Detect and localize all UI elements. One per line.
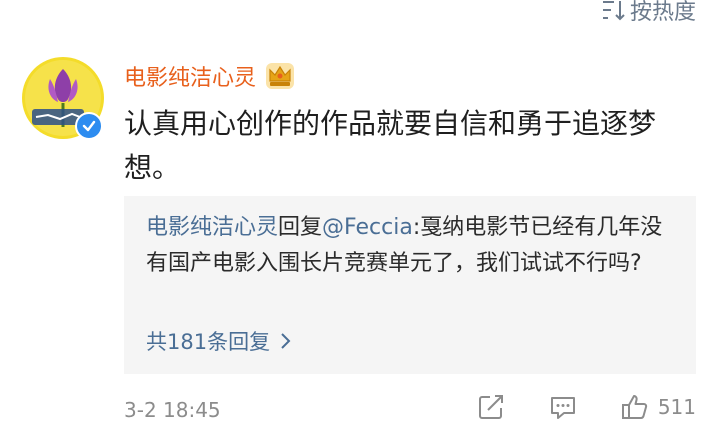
reply-mention[interactable]: @Feccia	[322, 215, 413, 240]
thumbs-up-icon	[621, 395, 647, 419]
reply-author[interactable]: 电影纯洁心灵	[146, 215, 278, 240]
like-count: 511	[657, 395, 696, 419]
comment-button[interactable]	[548, 392, 578, 422]
comment-icon	[550, 397, 575, 419]
reply-preview[interactable]: 电影纯洁心灵回复@Feccia:戛纳电影节已经有几年没有国产电影入围长片竞赛单元…	[124, 196, 696, 374]
reply-count-link[interactable]: 共181条回复	[146, 326, 292, 356]
reply-word: 回复	[278, 215, 323, 240]
username-text: 电影纯洁心灵	[124, 66, 257, 91]
sort-label: 按热度	[629, 0, 696, 25]
action-bar: 511	[476, 392, 696, 422]
comment-text: 认真用心创作的作品就要自信和勇于追逐梦想。	[124, 107, 657, 184]
verified-check-icon	[82, 120, 96, 132]
reply-count-label: 共181条回复	[146, 330, 271, 354]
comment-username[interactable]: 电影纯洁心灵	[124, 60, 296, 92]
sort-button[interactable]: 按热度	[600, 0, 696, 26]
share-button[interactable]	[476, 392, 506, 422]
like-button[interactable]: 511	[620, 392, 696, 422]
sort-icon	[602, 1, 625, 21]
verified-badge	[75, 112, 103, 140]
timestamp: 3-2 18:45	[124, 398, 221, 422]
reply-text: 电影纯洁心灵回复@Feccia:戛纳电影节已经有几年没有国产电影入围长片竞赛单元…	[146, 210, 680, 282]
crown-badge-icon	[266, 63, 295, 89]
share-icon	[478, 395, 503, 419]
chevron-right-icon	[281, 333, 291, 349]
